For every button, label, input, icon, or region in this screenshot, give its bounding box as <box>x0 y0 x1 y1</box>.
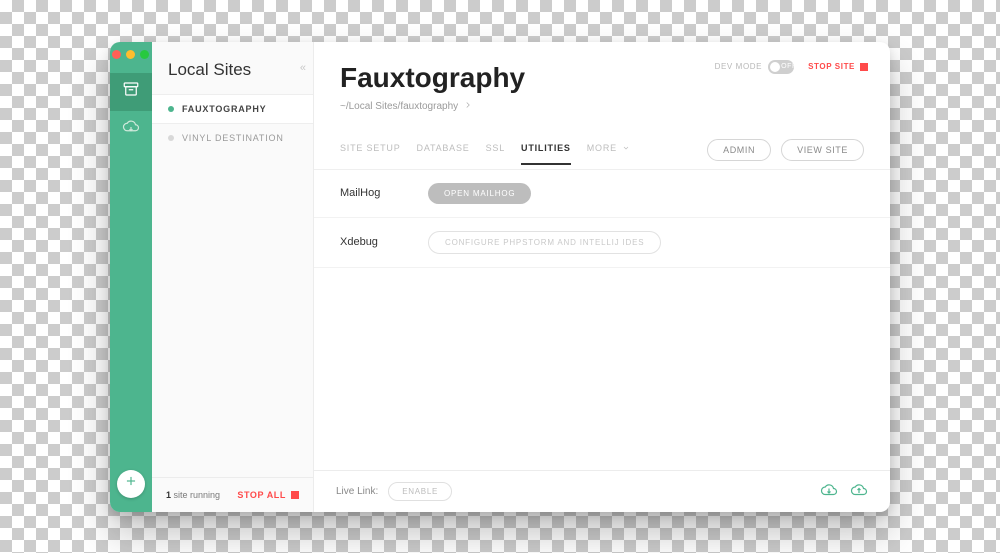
tab-utilities[interactable]: UTILITIES <box>521 143 571 165</box>
sidebar-footer: 1 site running STOP ALL <box>152 477 313 512</box>
sidebar-item-label: FAUXTOGRAPHY <box>182 104 266 114</box>
chevron-down-icon <box>620 143 630 153</box>
cloud-sync-icon <box>122 118 140 141</box>
add-site-button[interactable] <box>117 470 145 498</box>
sidebar-title-text: Local Sites <box>168 60 251 79</box>
tab-more[interactable]: MORE <box>587 143 631 165</box>
utility-label: MailHog <box>340 187 400 199</box>
view-site-button[interactable]: VIEW SITE <box>781 139 864 161</box>
tab-site-setup[interactable]: SITE SETUP <box>340 143 401 165</box>
main-header: Fauxtography ~/Local Sites/fauxtography … <box>314 42 890 121</box>
sidebar-title: Local Sites « <box>152 42 313 94</box>
minimize-icon[interactable] <box>126 50 135 59</box>
admin-button[interactable]: ADMIN <box>707 139 771 161</box>
cloud-upload-icon[interactable] <box>850 483 868 500</box>
site-path[interactable]: ~/Local Sites/fauxtography <box>340 100 864 113</box>
live-link-label: Live Link: <box>336 486 378 497</box>
footer-icons <box>820 483 868 500</box>
enable-live-link-button[interactable]: ENABLE <box>388 482 452 501</box>
utility-label: Xdebug <box>340 236 400 248</box>
window-controls[interactable] <box>112 50 149 59</box>
site-path-text: ~/Local Sites/fauxtography <box>340 101 458 112</box>
tab-ssl[interactable]: SSL <box>486 143 505 165</box>
utility-row-mailhog: MailHog OPEN MAILHOG <box>314 170 890 218</box>
tab-database[interactable]: DATABASE <box>417 143 470 165</box>
stop-all-label: STOP ALL <box>237 490 286 500</box>
stop-icon <box>860 63 868 71</box>
stop-icon <box>291 491 299 499</box>
sidebar-item-fauxtography[interactable]: FAUXTOGRAPHY <box>152 94 313 124</box>
utilities-list: MailHog OPEN MAILHOG Xdebug CONFIGURE PH… <box>314 170 890 268</box>
dev-mode-label: DEV MODE <box>715 62 762 71</box>
stop-site-button[interactable]: STOP SITE <box>808 62 868 71</box>
tab-more-label: MORE <box>587 143 617 153</box>
nav-rail <box>110 42 152 512</box>
cloud-download-icon[interactable] <box>820 483 838 500</box>
toggle-off-icon[interactable]: OFF <box>768 60 794 74</box>
tabs: SITE SETUP DATABASE SSL UTILITIES MORE <box>340 143 630 165</box>
sidebar-item-vinyl-destination[interactable]: VINYL DESTINATION <box>152 124 313 152</box>
stop-site-label: STOP SITE <box>808 62 855 71</box>
status-dot-icon <box>168 106 174 112</box>
app-window: Local Sites « FAUXTOGRAPHY VINYL DESTINA… <box>110 42 890 512</box>
status-dot-icon <box>168 135 174 141</box>
rail-connect[interactable] <box>110 111 152 149</box>
chevron-right-icon <box>463 100 473 113</box>
live-link: Live Link: ENABLE <box>336 482 452 501</box>
close-icon[interactable] <box>112 50 121 59</box>
sidebar-item-label: VINYL DESTINATION <box>182 133 284 143</box>
dev-mode-toggle[interactable]: DEV MODE OFF <box>715 60 794 74</box>
stop-all-button[interactable]: STOP ALL <box>237 490 299 500</box>
utility-row-xdebug: Xdebug CONFIGURE PHPSTORM AND INTELLIJ I… <box>314 218 890 268</box>
collapse-icon[interactable]: « <box>300 62 303 74</box>
open-mailhog-button[interactable]: OPEN MAILHOG <box>428 183 531 204</box>
sidebar: Local Sites « FAUXTOGRAPHY VINYL DESTINA… <box>152 42 314 512</box>
configure-ide-button[interactable]: CONFIGURE PHPSTORM AND INTELLIJ IDES <box>428 231 661 254</box>
rail-sites[interactable] <box>110 73 152 111</box>
tabs-right-actions: ADMIN VIEW SITE <box>707 139 864 169</box>
sites-running-count: 1 site running <box>166 490 220 500</box>
tabs-bar: SITE SETUP DATABASE SSL UTILITIES MORE A… <box>314 121 890 170</box>
archive-icon <box>122 80 140 103</box>
plus-icon <box>124 474 138 493</box>
main-footer: Live Link: ENABLE <box>314 470 890 512</box>
zoom-icon[interactable] <box>140 50 149 59</box>
main-panel: Fauxtography ~/Local Sites/fauxtography … <box>314 42 890 512</box>
header-actions: DEV MODE OFF STOP SITE <box>715 60 868 74</box>
